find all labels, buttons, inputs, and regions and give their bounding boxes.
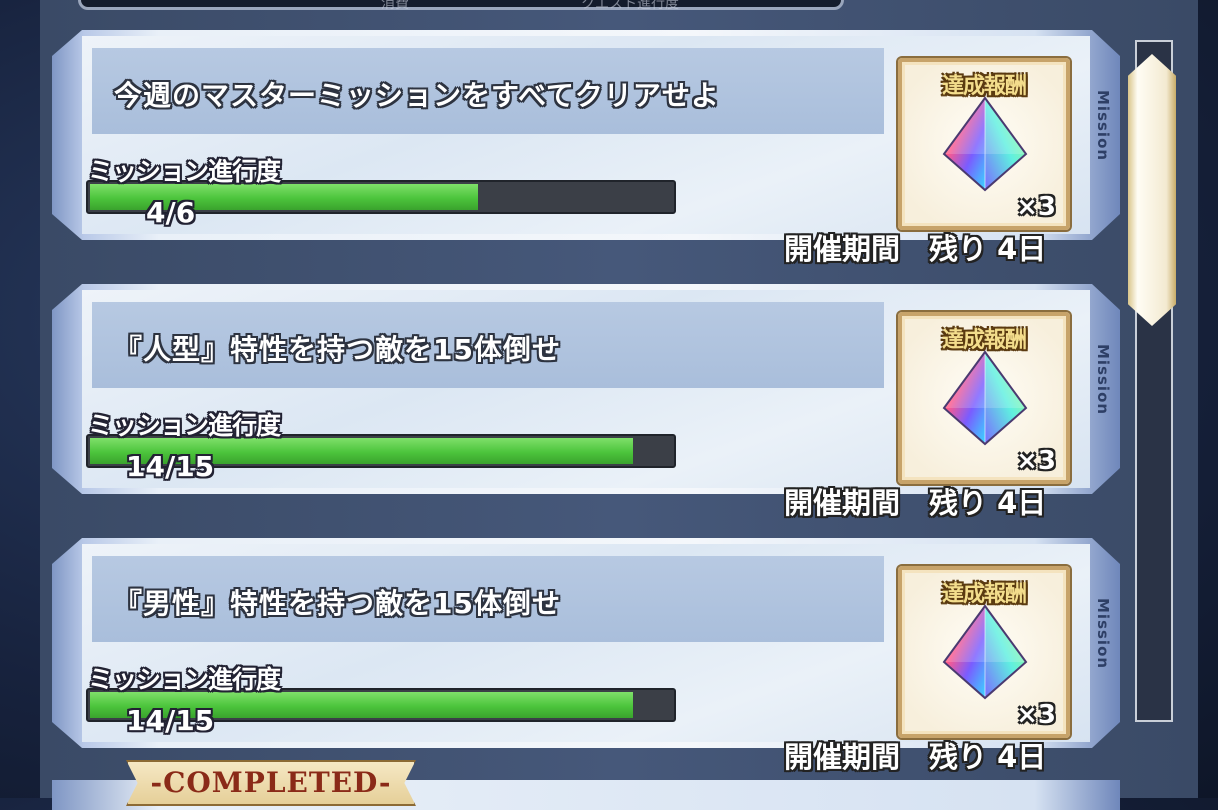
mission-side-label: Mission bbox=[1094, 598, 1112, 670]
completed-label: -COMPLETED- bbox=[150, 766, 392, 799]
scrollbar-thumb[interactable] bbox=[1128, 54, 1176, 326]
event-period: 開催期間 残り 4日 bbox=[784, 232, 1047, 266]
reward-box[interactable]: 達成報酬 ×3 bbox=[898, 58, 1070, 230]
mission-title: 今週のマスターミッションをすべてクリアせよ bbox=[114, 79, 720, 112]
previous-card-edge: 消費 クエスト進行度 bbox=[78, 0, 844, 12]
saint-quartz-icon bbox=[942, 350, 1028, 446]
reward-box[interactable]: 達成報酬 ×3 bbox=[898, 566, 1070, 738]
reward-count: ×3 bbox=[1016, 446, 1056, 476]
progress-label: ミッション進行度 bbox=[88, 411, 281, 440]
mission-title: 『男性』特性を持つ敵を15体倒せ bbox=[114, 587, 561, 620]
progress-label: ミッション進行度 bbox=[88, 157, 281, 186]
saint-quartz-icon bbox=[942, 604, 1028, 700]
progress-label: ミッション進行度 bbox=[88, 665, 281, 694]
event-period: 開催期間 残り 4日 bbox=[784, 740, 1047, 774]
reward-count: ×3 bbox=[1016, 700, 1056, 730]
mission-card[interactable]: 『男性』特性を持つ敵を15体倒せ ミッション進行度 14/15 達成報酬 ×3 … bbox=[52, 538, 1120, 748]
progress-value: 4/6 bbox=[146, 196, 196, 229]
reward-count: ×3 bbox=[1016, 192, 1056, 222]
mission-card[interactable]: 今週のマスターミッションをすべてクリアせよ ミッション進行度 4/6 達成報酬 bbox=[52, 30, 1120, 240]
mission-side-label: Mission bbox=[1094, 344, 1112, 416]
progress-value: 14/15 bbox=[126, 450, 215, 483]
event-period: 開催期間 残り 4日 bbox=[784, 486, 1047, 520]
mission-side-label: Mission bbox=[1094, 90, 1112, 162]
saint-quartz-icon bbox=[942, 96, 1028, 192]
mission-title: 『人型』特性を持つ敵を15体倒せ bbox=[114, 333, 561, 366]
quest-progress-label: クエスト進行度 bbox=[581, 0, 679, 12]
reward-box[interactable]: 達成報酬 ×3 bbox=[898, 312, 1070, 484]
progress-value: 14/15 bbox=[126, 704, 215, 737]
completed-badge: -COMPLETED- bbox=[126, 760, 416, 806]
mission-card[interactable]: 『人型』特性を持つ敵を15体倒せ ミッション進行度 14/15 達成報酬 ×3 … bbox=[52, 284, 1120, 494]
consume-label: 消費 bbox=[381, 0, 409, 12]
